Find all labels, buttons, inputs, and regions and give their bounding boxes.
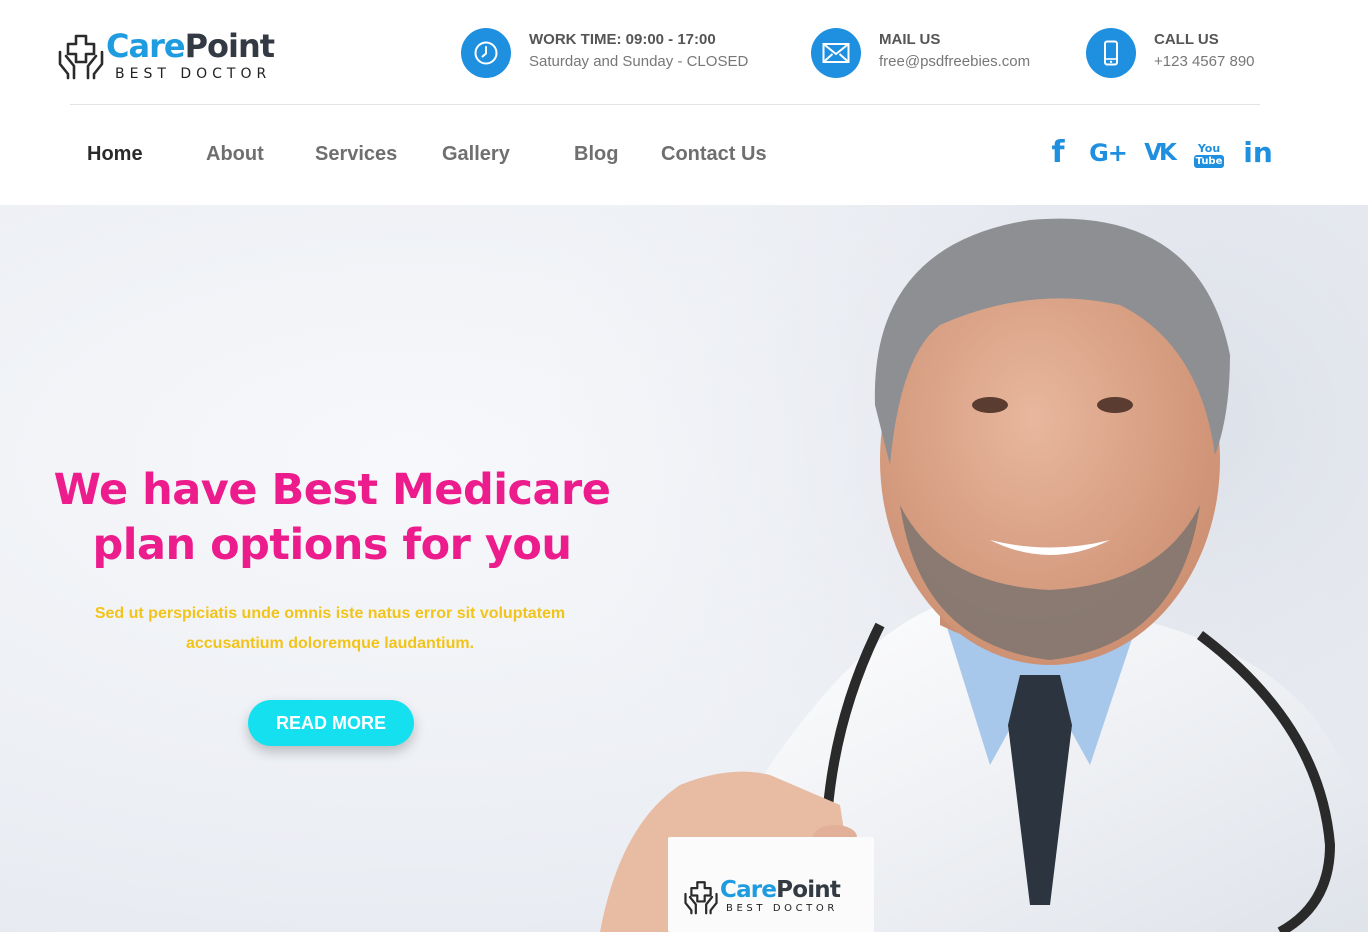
card-brand-part2: Point bbox=[776, 877, 841, 903]
clock-icon bbox=[461, 28, 511, 78]
vk-icon[interactable]: VK bbox=[1142, 136, 1177, 170]
envelope-icon bbox=[811, 28, 861, 78]
call-title: CALL US bbox=[1154, 31, 1219, 48]
facebook-icon-glyph: f bbox=[1051, 135, 1065, 170]
header-divider bbox=[70, 104, 1260, 105]
hero-banner: We have Best Medicare plan options for y… bbox=[0, 205, 1368, 932]
youtube-icon[interactable]: You Tube bbox=[1193, 138, 1225, 172]
mail-title: MAIL US bbox=[879, 31, 941, 48]
google-plus-icon[interactable]: G+ bbox=[1089, 136, 1128, 170]
youtube-icon-text-top: You bbox=[1197, 141, 1221, 155]
work-time-info: WORK TIME: 09:00 - 17:00 Saturday and Su… bbox=[461, 28, 781, 80]
main-nav: Home About Services Gallery Blog Contact… bbox=[0, 130, 900, 178]
hero-title-line-2: plan options for you bbox=[92, 520, 572, 570]
mail-address-link[interactable]: free@psdfreebies.com bbox=[879, 53, 1030, 71]
linkedin-icon[interactable]: in bbox=[1240, 136, 1276, 170]
nav-item-about[interactable]: About bbox=[206, 142, 264, 166]
phone-icon bbox=[1086, 28, 1136, 78]
hero-subtitle-line-2: accusantium doloremque laudantium. bbox=[185, 635, 475, 652]
hands-cross-logo-icon bbox=[684, 881, 718, 915]
work-time-title: WORK TIME: 09:00 - 17:00 bbox=[529, 31, 716, 48]
mail-info: MAIL US free@psdfreebies.com bbox=[811, 28, 1071, 80]
linkedin-icon-glyph: in bbox=[1243, 136, 1273, 169]
work-time-subtitle: Saturday and Sunday - CLOSED bbox=[529, 53, 749, 70]
phone-number-link[interactable]: +123 4567 890 bbox=[1154, 53, 1255, 71]
google-plus-icon-glyph: G+ bbox=[1089, 139, 1128, 167]
nav-item-gallery[interactable]: Gallery bbox=[442, 142, 510, 166]
hands-cross-logo-icon bbox=[58, 34, 104, 80]
site-header: CarePoint BEST DOCTOR WORK TIME: 09:00 -… bbox=[0, 0, 1368, 205]
logo-brand-part2: Point bbox=[184, 27, 275, 65]
hero-title: We have Best Medicare plan options for y… bbox=[30, 463, 634, 573]
business-card: CarePoint BEST DOCTOR bbox=[668, 837, 874, 932]
logo-brand-name: CarePoint bbox=[106, 27, 275, 65]
facebook-icon[interactable]: f bbox=[1044, 136, 1072, 170]
logo-brand-part1: Care bbox=[106, 27, 186, 65]
card-brand-part1: Care bbox=[720, 877, 777, 903]
nav-item-home[interactable]: Home bbox=[87, 142, 143, 166]
logo-tagline: BEST DOCTOR bbox=[115, 66, 272, 82]
nav-item-blog[interactable]: Blog bbox=[574, 142, 618, 166]
card-tagline: BEST DOCTOR bbox=[726, 903, 838, 914]
hero-subtitle-line-1: Sed ut perspiciatis unde omnis iste natu… bbox=[94, 605, 566, 622]
vk-icon-glyph: VK bbox=[1144, 140, 1177, 166]
card-brand-name: CarePoint bbox=[720, 877, 841, 903]
doctor-photo bbox=[560, 205, 1368, 932]
read-more-button[interactable]: READ MORE bbox=[248, 700, 414, 746]
hero-title-line-1: We have Best Medicare bbox=[53, 465, 611, 515]
hero-subtitle: Sed ut perspiciatis unde omnis iste natu… bbox=[50, 599, 610, 659]
nav-item-services[interactable]: Services bbox=[315, 142, 397, 166]
call-info: CALL US +123 4567 890 bbox=[1086, 28, 1286, 80]
nav-item-contact-us[interactable]: Contact Us bbox=[661, 142, 767, 166]
site-logo[interactable]: CarePoint BEST DOCTOR bbox=[58, 28, 278, 84]
youtube-icon-text-bottom: Tube bbox=[1193, 154, 1225, 168]
